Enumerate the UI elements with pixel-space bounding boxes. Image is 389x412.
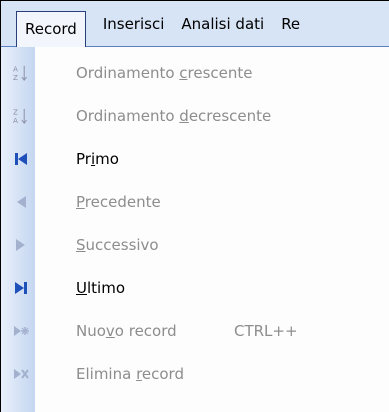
menu-item-delete-record[interactable]: Elimina record [1, 352, 389, 395]
menu-item-label: Precedente [76, 192, 161, 211]
menu-item-next[interactable]: Successivo [1, 223, 389, 266]
menu-item-previous[interactable]: Precedente [1, 180, 389, 223]
menu-item-label: Nuovo record [76, 321, 177, 340]
delete-record-icon [13, 366, 29, 382]
menu-analisi-dati[interactable]: Analisi dati [164, 9, 264, 39]
new-record-icon [13, 323, 29, 339]
next-record-icon [13, 237, 29, 253]
menu-item-first[interactable]: Primo [1, 137, 389, 180]
svg-text:A: A [13, 64, 18, 73]
previous-record-icon [13, 194, 29, 210]
sort-descending-icon: Z A [13, 107, 29, 125]
menu-item-last[interactable]: Ultimo [1, 266, 389, 309]
svg-text:A: A [13, 116, 18, 125]
menu-bar: Record Inserisci Analisi dati Re [1, 1, 389, 47]
menu-inserisci[interactable]: Inserisci [86, 9, 165, 39]
menu-item-label: Successivo [76, 235, 159, 254]
menu-item-new-record[interactable]: Nuovo record CTRL++ [1, 309, 389, 352]
menu-inserisci-label: Inserisci [102, 14, 165, 33]
menu-item-sort-ascending[interactable]: A Z Ordinamento crescente [1, 51, 389, 94]
svg-text:Z: Z [13, 107, 18, 116]
svg-text:Z: Z [13, 73, 18, 82]
last-record-icon [13, 280, 29, 296]
menu-item-label: Ultimo [76, 278, 125, 297]
menu-item-label: Ordinamento decrescente [76, 106, 272, 125]
sort-ascending-icon: A Z [13, 64, 29, 82]
menu-record-label: Record [25, 20, 77, 38]
menu-item-label: Ordinamento crescente [76, 63, 253, 82]
menu-analisi-dati-label: Analisi dati [181, 14, 265, 33]
menu-truncated-label: Re [281, 14, 301, 33]
menu-truncated[interactable]: Re [264, 9, 300, 39]
first-record-icon [13, 151, 29, 167]
menu-item-label: Elimina record [76, 364, 184, 383]
menu-item-label: Primo [76, 149, 119, 168]
menu-item-sort-descending[interactable]: Z A Ordinamento decrescente [1, 94, 389, 137]
record-dropdown-menu: A Z Ordinamento crescente Z A Ordinament… [1, 47, 389, 412]
menu-record[interactable]: Record [16, 10, 86, 47]
menu-item-shortcut: CTRL++ [234, 321, 298, 340]
